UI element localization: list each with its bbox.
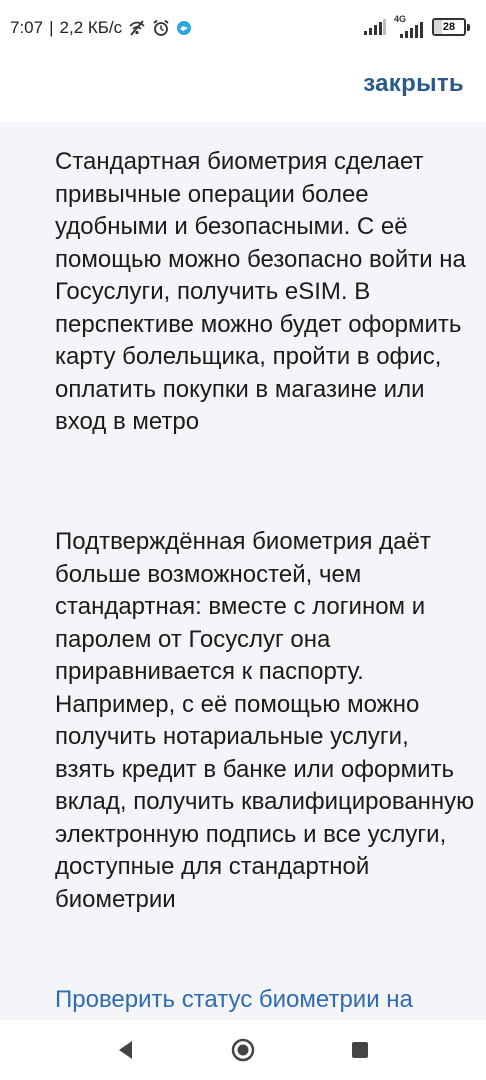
battery-fill xyxy=(434,20,443,34)
recent-apps-icon[interactable] xyxy=(348,1038,372,1062)
status-speed: 2,2 КБ/с xyxy=(59,18,123,37)
battery-level: 28 xyxy=(432,18,466,36)
check-biometrics-status-link[interactable]: Проверить статус биометрии на xyxy=(55,984,486,1016)
status-time: 7:07 xyxy=(10,18,44,37)
standard-biometrics-description: Стандартная биометрия сделает привычные … xyxy=(55,148,466,435)
close-button[interactable]: закрыть xyxy=(363,70,464,98)
content-panel: Стандартная биометрия сделает привычные … xyxy=(0,122,486,1020)
battery-icon: 28 xyxy=(432,18,470,36)
battery-cap xyxy=(467,23,470,31)
battery-percent: 28 xyxy=(442,21,456,33)
alarm-icon xyxy=(153,19,169,36)
status-right: 4G 28 xyxy=(364,14,470,38)
app-notification-icon xyxy=(177,21,192,35)
back-icon[interactable] xyxy=(114,1038,138,1062)
status-bar: 7:07 | 2,2 КБ/с 4G 28 xyxy=(0,0,486,60)
home-icon[interactable] xyxy=(231,1038,255,1062)
status-left: 7:07 | 2,2 КБ/с xyxy=(10,18,192,38)
navigation-bar xyxy=(0,1020,486,1080)
wifi-off-icon xyxy=(129,20,145,36)
signal-4g-icon: 4G xyxy=(394,14,424,38)
top-bar: закрыть xyxy=(0,60,486,122)
signal-icon xyxy=(364,19,386,35)
status-separator: | xyxy=(49,18,54,37)
confirmed-biometrics-description: Подтверждённая биометрия даёт больше воз… xyxy=(55,528,475,913)
